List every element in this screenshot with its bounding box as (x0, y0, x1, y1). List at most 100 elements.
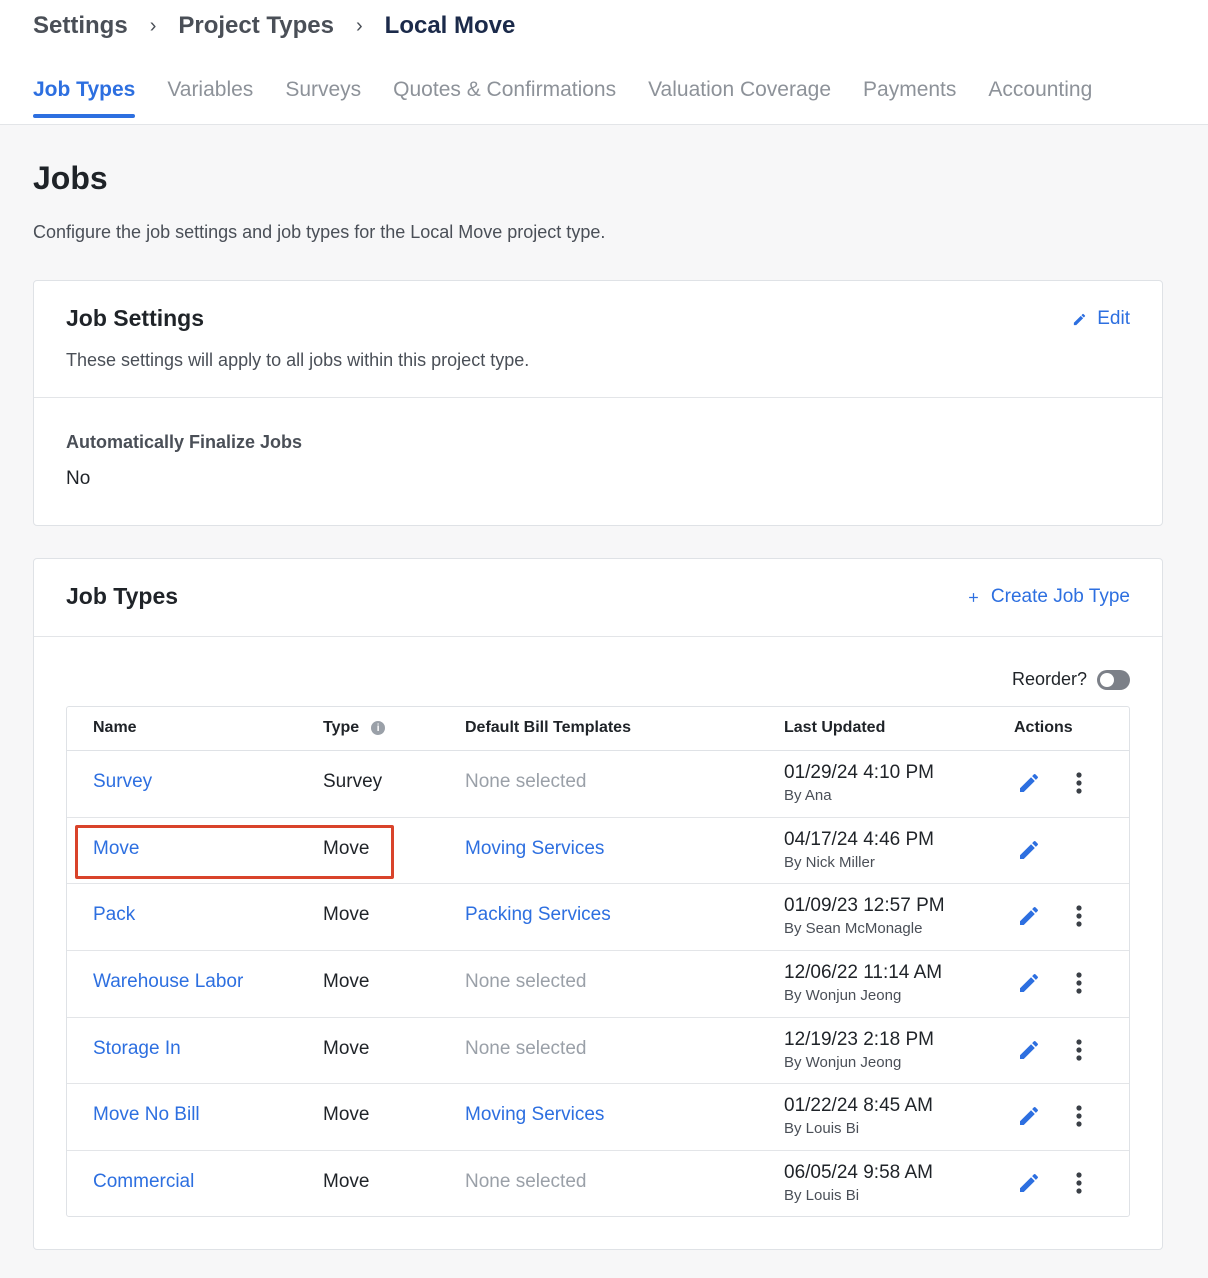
table-body: Survey Survey None selected 01/29/24 4:1… (67, 751, 1129, 1216)
pencil-icon (1020, 907, 1039, 926)
updated-by: By Louis Bi (784, 1120, 860, 1138)
pencil-icon (1020, 1107, 1039, 1126)
col-type: Type i (323, 719, 386, 737)
breadcrumb-settings[interactable]: Settings (33, 12, 128, 40)
more-vertical-icon (1076, 1172, 1082, 1194)
table-header: Name Type i Default Bill Templates Last … (67, 707, 1129, 751)
job-name-link[interactable]: Move (93, 838, 139, 860)
bill-template-link[interactable]: Packing Services (465, 904, 611, 926)
divider (34, 397, 1162, 398)
last-updated: 12/06/22 11:14 AM By Wonjun Jeong (784, 962, 942, 1004)
updated-by: By Sean McMonagle (784, 920, 923, 938)
more-vertical-icon (1076, 1105, 1082, 1128)
reorder-toggle[interactable] (1097, 669, 1130, 690)
plus-icon (966, 590, 981, 605)
chevron-right-icon: › (149, 14, 157, 37)
job-settings-card: Job Settings Edit These settings will ap… (33, 280, 1163, 526)
tab-quotes-confirmations[interactable]: Quotes & Confirmations (393, 78, 616, 116)
updated-by: By Ana (784, 787, 832, 804)
info-icon[interactable]: i (371, 721, 386, 735)
more-actions-button[interactable] (1070, 1038, 1088, 1068)
table-row: Move No Bill Move Moving Services 01/22/… (67, 1084, 1129, 1152)
page-title: Jobs (33, 160, 108, 196)
table-row: Warehouse Labor Move None selected 12/06… (67, 951, 1129, 1018)
more-actions-button[interactable] (1070, 904, 1088, 934)
tab-payments[interactable]: Payments (863, 78, 956, 116)
edit-row-button[interactable] (1017, 971, 1041, 1001)
edit-row-button[interactable] (1017, 904, 1041, 934)
pencil-icon (1020, 974, 1039, 993)
edit-row-button[interactable] (1017, 1038, 1041, 1068)
page-description: Configure the job settings and job types… (33, 222, 606, 242)
more-actions-button[interactable] (1070, 1104, 1088, 1134)
job-name-link[interactable]: Pack (93, 904, 135, 926)
pencil-icon (1020, 1174, 1039, 1193)
job-types-table: Name Type i Default Bill Templates Last … (66, 706, 1130, 1217)
breadcrumb-project-types[interactable]: Project Types (178, 12, 334, 40)
last-updated: 01/29/24 4:10 PM By Ana (784, 762, 934, 804)
pencil-icon (1020, 840, 1039, 859)
reorder-control: Reorder? (1012, 669, 1130, 690)
table-row: Storage In Move None selected 12/19/23 2… (67, 1018, 1129, 1085)
more-actions-button[interactable] (1070, 771, 1088, 801)
more-vertical-icon (1076, 1039, 1082, 1061)
pencil-icon (1020, 1040, 1039, 1059)
job-type: Move (323, 971, 370, 993)
bill-template: None selected (465, 1037, 587, 1059)
last-updated: 04/17/24 4:46 PM By Nick Miller (784, 829, 934, 871)
col-actions: Actions (1014, 719, 1073, 736)
col-last-updated: Last Updated (784, 719, 886, 736)
last-updated: 01/22/24 8:45 AM By Louis Bi (784, 1095, 933, 1137)
job-name-link[interactable]: Move No Bill (93, 1104, 200, 1126)
tab-variables[interactable]: Variables (167, 78, 253, 116)
edit-row-button[interactable] (1017, 838, 1041, 868)
auto-finalize-value: No (66, 468, 91, 489)
bill-template: None selected (465, 771, 587, 792)
toggle-knob (1100, 672, 1114, 687)
auto-finalize-label: Automatically Finalize Jobs (66, 432, 303, 452)
chevron-right-icon: › (355, 14, 363, 37)
job-type: Move (323, 1171, 370, 1193)
updated-date: 01/09/23 12:57 PM (784, 895, 945, 917)
more-actions-button[interactable] (1070, 1171, 1088, 1201)
col-templates: Default Bill Templates (465, 719, 631, 736)
updated-by: By Louis Bi (784, 1187, 860, 1205)
updated-by: By Nick Miller (784, 853, 875, 871)
bill-template: None selected (465, 971, 587, 993)
bill-template-link[interactable]: Moving Services (465, 838, 604, 860)
breadcrumb: Settings › Project Types › Local Move (33, 12, 515, 40)
job-name-link[interactable]: Survey (93, 771, 152, 793)
job-type: Move (323, 1037, 370, 1059)
more-actions-button[interactable] (1070, 971, 1088, 1001)
col-type-label: Type (323, 719, 360, 736)
edit-row-button[interactable] (1017, 1104, 1041, 1134)
table-row: Survey Survey None selected 01/29/24 4:1… (67, 751, 1129, 818)
updated-date: 01/29/24 4:10 PM (784, 762, 934, 783)
job-name-link[interactable]: Storage In (93, 1038, 181, 1060)
more-vertical-icon (1076, 972, 1082, 994)
edit-row-button[interactable] (1017, 1171, 1041, 1201)
edit-button[interactable]: Edit (1072, 308, 1130, 330)
job-settings-title: Job Settings (66, 305, 205, 331)
job-name-link[interactable]: Commercial (93, 1171, 194, 1193)
job-type: Move (323, 1104, 370, 1126)
job-settings-subtitle: These settings will apply to all jobs wi… (66, 350, 530, 370)
updated-by: By Wonjun Jeong (784, 1053, 902, 1071)
table-row: Pack Move Packing Services 01/09/23 12:5… (67, 884, 1129, 952)
last-updated: 01/09/23 12:57 PM By Sean McMonagle (784, 895, 945, 937)
bill-template-link[interactable]: Moving Services (465, 1104, 604, 1126)
edit-row-button[interactable] (1017, 771, 1041, 801)
bill-template: None selected (465, 1171, 587, 1193)
tab-surveys[interactable]: Surveys (285, 78, 361, 116)
job-type: Move (323, 837, 370, 859)
tab-accounting[interactable]: Accounting (988, 78, 1092, 116)
pencil-icon (1072, 312, 1087, 327)
create-job-type-button[interactable]: Create Job Type (966, 586, 1130, 608)
tab-valuation-coverage[interactable]: Valuation Coverage (648, 78, 831, 116)
table-row: Commercial Move None selected 06/05/24 9… (67, 1151, 1129, 1216)
updated-date: 01/22/24 8:45 AM (784, 1095, 933, 1117)
job-name-link[interactable]: Warehouse Labor (93, 971, 243, 993)
breadcrumb-current: Local Move (384, 12, 516, 39)
table-row: Move Move Moving Services 04/17/24 4:46 … (67, 818, 1129, 885)
tab-job-types[interactable]: Job Types (33, 78, 136, 118)
